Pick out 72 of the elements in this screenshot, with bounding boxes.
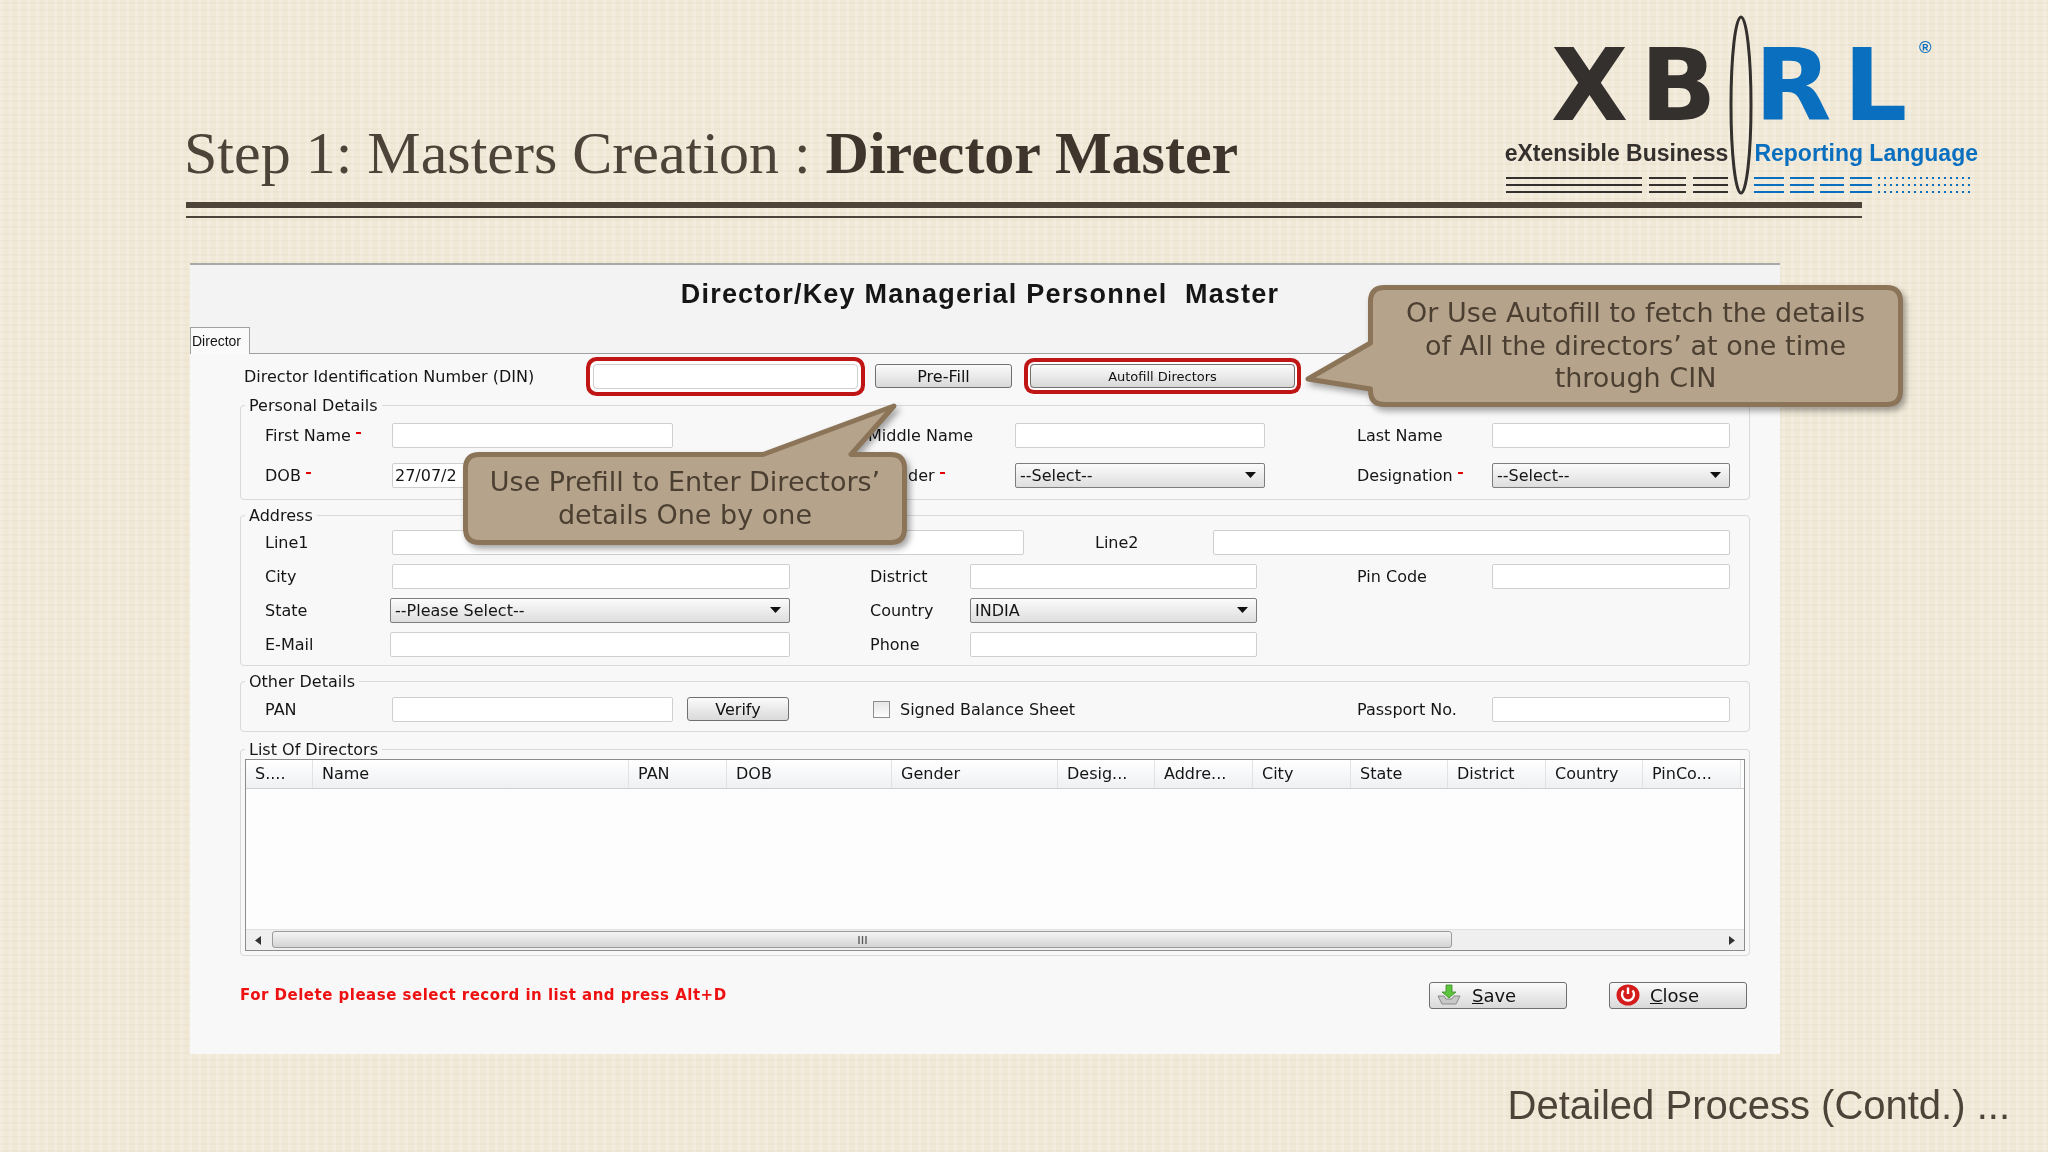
- text-field[interactable]: [970, 631, 1257, 657]
- field-label: Phone: [870, 634, 920, 654]
- column-header[interactable]: District: [1448, 760, 1546, 788]
- field-label: E-Mail: [265, 634, 314, 654]
- text-field[interactable]: [392, 422, 673, 448]
- column-header[interactable]: Name: [313, 760, 629, 788]
- field-label: State: [265, 600, 308, 620]
- group-legend: Other Details: [245, 672, 359, 691]
- text-field[interactable]: [1492, 422, 1730, 448]
- scrollbar-thumb[interactable]: [272, 931, 1452, 948]
- field-label: Country: [870, 600, 934, 620]
- field-label: DOB: [265, 465, 301, 485]
- caret-icon: [1710, 472, 1721, 478]
- text-field[interactable]: [1213, 529, 1730, 555]
- field-label: District: [870, 566, 928, 586]
- checkbox-label: Signed Balance Sheet: [900, 699, 1076, 719]
- field-label: Designation: [1357, 465, 1453, 485]
- tab[interactable]: Director: [190, 327, 250, 354]
- form-button[interactable]: Pre-Fill: [875, 364, 1012, 388]
- action-button[interactable]: Close: [1609, 981, 1747, 1009]
- group-legend: List Of Directors: [245, 740, 382, 759]
- select-field[interactable]: --Select--: [1015, 462, 1265, 488]
- text-field[interactable]: [392, 696, 673, 722]
- logo-letters: XB: [1551, 35, 1729, 136]
- group-legend: Address: [245, 506, 317, 525]
- field-label: First Name: [265, 425, 351, 445]
- column-header[interactable]: Desig...: [1058, 760, 1155, 788]
- column-header[interactable]: Addre...: [1155, 760, 1253, 788]
- column-header[interactable]: PinCo...: [1643, 760, 1741, 788]
- group-legend: Personal Details: [245, 396, 382, 415]
- column-header[interactable]: PAN: [629, 760, 727, 788]
- field-label: PAN: [265, 699, 297, 719]
- text-field[interactable]: [970, 563, 1257, 589]
- column-header[interactable]: Country: [1546, 760, 1643, 788]
- text-field[interactable]: [392, 563, 790, 589]
- field-label: der: [908, 465, 935, 485]
- field-label: Pin Code: [1357, 566, 1427, 586]
- text-field[interactable]: [390, 631, 790, 657]
- field-label: Director Identification Number (DIN): [244, 366, 535, 386]
- field-label: Line1: [265, 532, 309, 552]
- callout-tooltip: Or Use Autofill to fetch the details of All the directors’ at one time through CIN: [1305, 285, 1905, 407]
- select-field[interactable]: --Select--: [1492, 462, 1730, 488]
- logo-tagline: Reporting Language: [1754, 139, 1978, 168]
- slide-title: Step 1: Masters Creation : Director Master: [183, 119, 1239, 188]
- text-field[interactable]: [1492, 563, 1730, 589]
- select-field[interactable]: INDIA: [970, 597, 1257, 623]
- text-field[interactable]: [1492, 696, 1730, 722]
- checkbox[interactable]: [873, 700, 890, 718]
- save-icon: [1436, 984, 1462, 1006]
- logo-letters: RL: [1754, 35, 1920, 136]
- text-field[interactable]: [1015, 422, 1265, 448]
- power-icon: [1616, 984, 1640, 1006]
- form-button[interactable]: Verify: [687, 697, 789, 721]
- column-header[interactable]: Gender: [892, 760, 1058, 788]
- slide-footer: Detailed Process (Contd.) ...: [1507, 1083, 2010, 1128]
- column-header[interactable]: State: [1351, 760, 1448, 788]
- action-button[interactable]: Save: [1429, 981, 1567, 1009]
- caret-icon: [1245, 472, 1256, 478]
- registered-mark: ®: [1919, 38, 1932, 58]
- field-label: City: [265, 566, 297, 586]
- field-label: Last Name: [1357, 425, 1443, 445]
- field-label: Line2: [1095, 532, 1139, 552]
- column-header[interactable]: S....: [246, 760, 313, 788]
- logo-tagline: eXtensible Business: [1504, 139, 1729, 168]
- window-title: Director/Key Managerial Personnel Master: [680, 278, 1280, 310]
- caret-icon: [770, 607, 781, 613]
- column-header[interactable]: DOB: [727, 760, 892, 788]
- column-header[interactable]: City: [1253, 760, 1351, 788]
- select-field[interactable]: --Please Select--: [390, 597, 790, 623]
- field-label: Passport No.: [1357, 699, 1457, 719]
- caret-icon: [1237, 607, 1248, 613]
- delete-hint: For Delete please select record in list and press Alt+D: [240, 986, 727, 1004]
